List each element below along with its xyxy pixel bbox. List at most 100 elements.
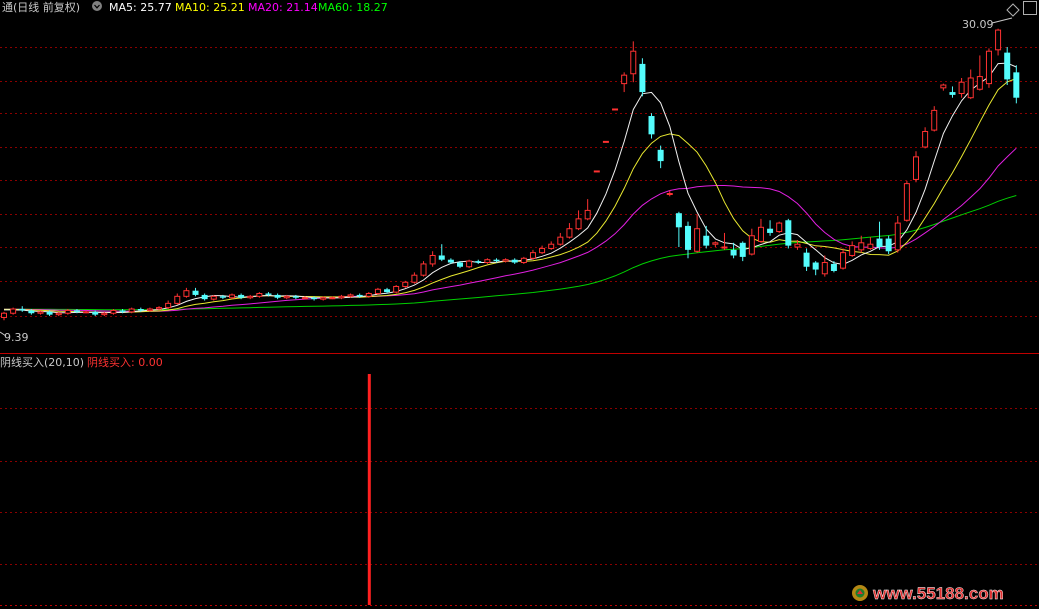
- candlestick-series: [1, 28, 1020, 321]
- candle-body-down: [657, 149, 664, 162]
- ma10-label: MA10: 25.21: [175, 1, 245, 14]
- candle-body-up: [174, 295, 181, 304]
- window-button-icon[interactable]: [1023, 1, 1037, 15]
- indicator-value: 阴线买入: 0.00: [87, 355, 163, 369]
- candle-body-down: [511, 259, 518, 263]
- candle-body-down: [949, 92, 956, 95]
- candle-body-up: [10, 308, 17, 314]
- candle-body-up: [985, 50, 992, 85]
- candle-body-down: [46, 311, 53, 315]
- candle-body-down: [730, 249, 737, 256]
- candle-body-up: [584, 209, 591, 220]
- candle-body-up: [821, 262, 828, 275]
- candle-body-down: [830, 263, 837, 271]
- candle-body-up: [903, 183, 910, 221]
- candle-body-up: [229, 294, 235, 299]
- candle-body-up: [867, 243, 874, 249]
- candle-body-up: [283, 295, 290, 299]
- candle-body-up: [931, 109, 938, 131]
- candle-body-up: [429, 254, 436, 265]
- chart-title: 通(日线 前复权): [2, 0, 80, 14]
- candle-body-down: [639, 63, 646, 93]
- candle-body-down: [703, 235, 710, 246]
- candle-body-up: [566, 228, 573, 238]
- candle-body-up: [967, 77, 974, 99]
- candle-body-down: [384, 289, 391, 293]
- ma60-label: MA60: 18.27: [318, 1, 388, 14]
- candle-body-down: [92, 311, 99, 315]
- candle-body-up: [320, 297, 327, 300]
- candle-body-up: [976, 76, 983, 90]
- candle-body-up: [593, 170, 600, 173]
- candle-body-up: [757, 226, 764, 242]
- ma20-line: [4, 147, 1017, 312]
- candle-body-up: [520, 257, 527, 264]
- candle-body-up: [484, 259, 491, 264]
- candle-body-down: [311, 297, 318, 300]
- candle-body-down: [1013, 72, 1020, 98]
- moving-average-lines: [4, 62, 1017, 314]
- candle-body-up: [37, 311, 44, 314]
- candle-body-up: [365, 293, 372, 297]
- candle-body-down: [803, 252, 810, 267]
- candle-body-down: [885, 238, 892, 252]
- candle-body-down: [238, 294, 245, 298]
- candle-body-up: [420, 263, 427, 276]
- candle-body-up: [256, 293, 263, 297]
- candle-body-up: [849, 245, 856, 256]
- candle-body-up: [247, 295, 254, 299]
- candle-body-down: [201, 294, 208, 300]
- candle-body-up: [146, 308, 153, 311]
- candle-body-up: [958, 81, 965, 94]
- candle-body-up: [466, 260, 473, 268]
- indicator-bars: [367, 374, 371, 605]
- diamond-icon[interactable]: [1006, 2, 1020, 17]
- candle-body-up: [721, 246, 728, 249]
- candle-body-up: [940, 84, 947, 89]
- candle-body-down: [356, 294, 363, 297]
- candle-body-up: [210, 295, 217, 300]
- candle-body-up: [64, 309, 71, 314]
- candle-body-down: [274, 294, 281, 298]
- indicator-name: 阴线买入(20,10): [0, 355, 84, 369]
- candle-body-down: [648, 116, 655, 135]
- candle-body-up: [529, 252, 536, 259]
- candle-body-up: [776, 222, 783, 233]
- candle-body-up: [539, 247, 546, 254]
- ma5-label: MA5: 25.77: [109, 1, 172, 14]
- candle-body-down: [292, 296, 299, 298]
- candle-body-up: [694, 228, 701, 252]
- signal-bar: [367, 374, 371, 605]
- candle-body-up: [612, 108, 619, 111]
- candle-body-down: [28, 310, 35, 314]
- candle-body-up: [402, 281, 409, 287]
- candle-body-up: [666, 192, 673, 195]
- dropdown-icon[interactable]: [92, 1, 102, 11]
- candle-body-up: [329, 297, 336, 300]
- candle-body-down: [137, 309, 144, 311]
- candle-body-down: [265, 293, 272, 295]
- high-price-label: 30.09: [962, 18, 994, 31]
- candle-body-down: [675, 213, 682, 228]
- candle-body-down: [876, 238, 883, 248]
- candle-body-up: [338, 295, 345, 299]
- candle-body-up: [621, 74, 628, 85]
- candle-body-down: [457, 262, 463, 267]
- candle-body-up: [548, 243, 555, 249]
- candle-body-up: [128, 308, 135, 313]
- candle-body-up: [1, 312, 7, 318]
- candle-body-up: [748, 235, 755, 255]
- candle-body-up: [55, 312, 62, 316]
- candle-body-down: [119, 310, 126, 312]
- candle-body-up: [575, 218, 582, 230]
- candle-body-down: [192, 290, 199, 295]
- candle-body-up: [83, 311, 90, 314]
- candle-body-down: [739, 242, 746, 257]
- low-price-label: 9.39: [4, 331, 29, 344]
- candle-body-down: [73, 310, 80, 312]
- candle-body-down: [785, 220, 792, 246]
- candle-body-up: [183, 290, 190, 297]
- candle-body-up: [101, 312, 108, 316]
- candle-body-up: [411, 274, 418, 283]
- candle-body-up: [913, 156, 919, 180]
